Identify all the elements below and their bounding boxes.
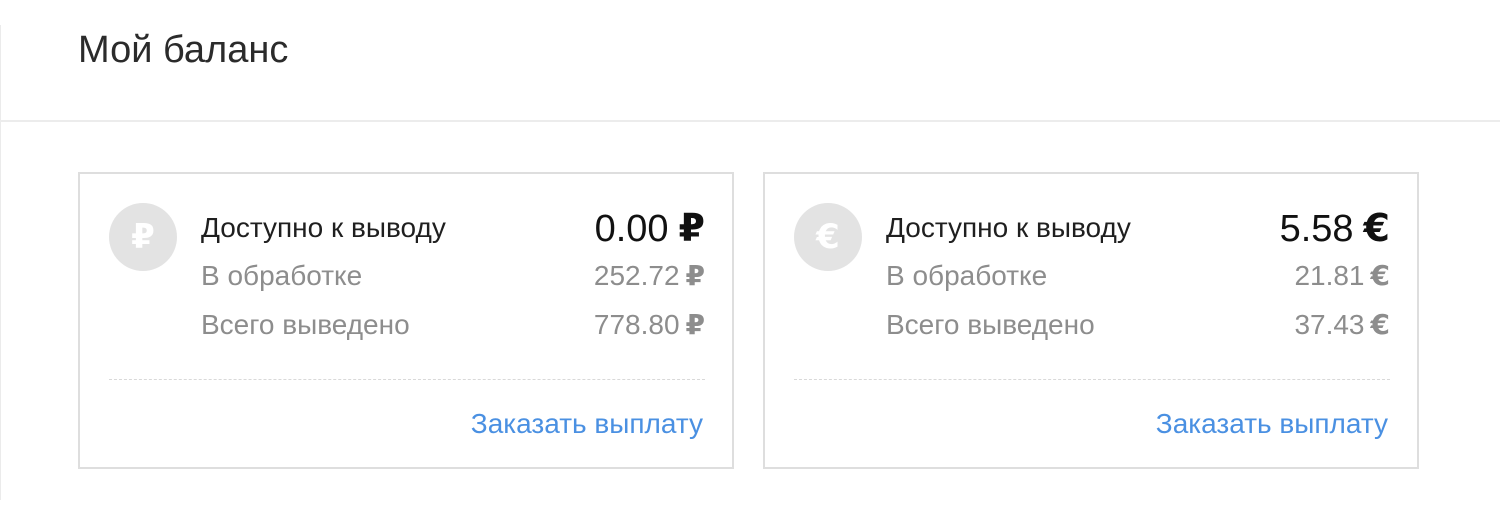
available-amount: 5.58 € [1280, 208, 1390, 249]
withdrawn-label: Всего выведено [201, 309, 410, 340]
withdrawn-amount: 778.80 ₽ [594, 305, 705, 345]
available-label: Доступно к выводу [886, 212, 1131, 243]
balance-card-eur: € Доступно к выводу 5.58 € В обработке 21… [763, 172, 1419, 469]
withdrawn-label: Всего выведено [886, 309, 1095, 340]
ruble-icon: ₽ [109, 203, 177, 271]
euro-sign: € [1363, 206, 1390, 250]
processing-value: 21.81 [1294, 260, 1365, 291]
available-value: 0.00 [594, 208, 669, 250]
available-amount: 0.00 ₽ [595, 208, 705, 249]
processing-amount: 21.81 € [1294, 256, 1390, 296]
request-payout-link[interactable]: Заказать выплату [471, 404, 703, 444]
withdrawn-value: 778.80 [593, 309, 680, 340]
available-row: Доступно к выводу 5.58 € [886, 208, 1390, 249]
card-divider [794, 379, 1390, 380]
card-divider [109, 379, 705, 380]
euro-icon: € [794, 203, 862, 271]
processing-row: В обработке 252.72 ₽ [201, 256, 705, 296]
page-title: Мой баланс [78, 29, 289, 71]
withdrawn-row: Всего выведено 778.80 ₽ [201, 305, 705, 345]
processing-label: В обработке [201, 260, 363, 291]
available-row: Доступно к выводу 0.00 ₽ [201, 208, 705, 249]
euro-icon-glyph: € [816, 217, 840, 257]
withdrawn-amount: 37.43 € [1294, 305, 1390, 345]
processing-amount: 252.72 ₽ [594, 256, 705, 296]
euro-sign: € [1370, 259, 1390, 292]
processing-label: В обработке [886, 260, 1048, 291]
page-header: Мой баланс [0, 0, 1500, 122]
ruble-sign: ₽ [685, 259, 705, 292]
ruble-sign: ₽ [678, 206, 705, 250]
euro-sign: € [1370, 308, 1390, 341]
ruble-sign: ₽ [685, 308, 705, 341]
processing-row: В обработке 21.81 € [886, 256, 1390, 296]
available-label: Доступно к выводу [201, 212, 446, 243]
balance-card-rub: ₽ Доступно к выводу 0.00 ₽ В обработке 25… [78, 172, 734, 469]
withdrawn-row: Всего выведено 37.43 € [886, 305, 1390, 345]
available-value: 5.58 [1279, 208, 1354, 250]
withdrawn-value: 37.43 [1294, 309, 1365, 340]
ruble-icon-glyph: ₽ [131, 217, 155, 257]
balance-page: Мой баланс ₽ Доступно к выводу 0.00 ₽ В о… [0, 0, 1500, 521]
processing-value: 252.72 [593, 260, 680, 291]
request-payout-link[interactable]: Заказать выплату [1156, 404, 1388, 444]
